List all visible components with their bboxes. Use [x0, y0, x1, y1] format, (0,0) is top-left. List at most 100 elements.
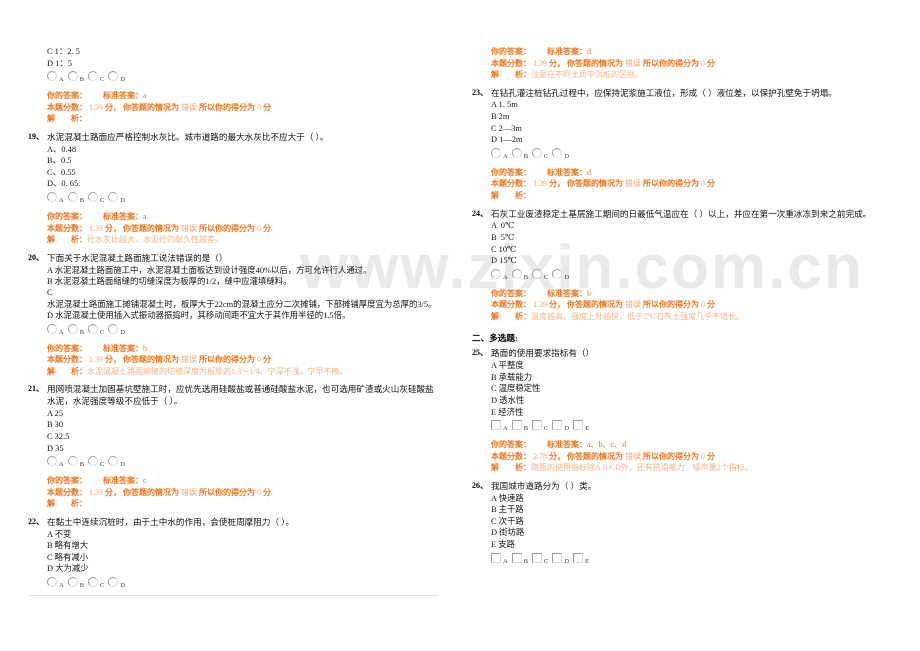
radio-icon[interactable] [88, 192, 99, 203]
radio-icon[interactable] [67, 192, 78, 203]
checkbox-icon[interactable] [552, 420, 563, 431]
radio-option-b[interactable]: B [67, 192, 84, 204]
checkbox-option-a[interactable]: A [491, 420, 508, 432]
checkbox-icon[interactable] [511, 420, 522, 431]
radio-option-d[interactable]: D [552, 268, 569, 281]
radio-option-b[interactable]: B [67, 576, 84, 589]
checkbox-icon[interactable] [573, 420, 584, 431]
result-prefix: 你答题的情况为 [123, 487, 179, 497]
question-block-19: 19、 水泥混凝土路面应严格控制水灰比。城市道路的最大水灰比不应大于（ ）。 A… [28, 132, 438, 246]
radio-group[interactable]: A B C D [47, 323, 438, 336]
radio-option-c[interactable]: C [88, 323, 104, 336]
standard-answer-label: 标准答案： [547, 167, 587, 177]
result-suffix: 所以你的得分为 [643, 58, 699, 68]
checkbox-option-a[interactable]: A [491, 552, 508, 565]
radio-icon[interactable] [67, 456, 78, 467]
radio-option-b[interactable]: B [511, 147, 528, 160]
radio-icon[interactable] [491, 268, 501, 279]
radio-option-a[interactable]: A [491, 147, 508, 160]
radio-option-a[interactable]: A [491, 268, 508, 281]
checkbox-option-e[interactable]: E [573, 552, 589, 565]
radio-icon[interactable] [108, 456, 119, 467]
earned-value: 0 [701, 300, 705, 310]
radio-icon[interactable] [67, 71, 78, 82]
checkbox-icon[interactable] [532, 420, 543, 431]
radio-icon[interactable] [47, 71, 57, 82]
checkbox-option-b[interactable]: B [511, 420, 528, 432]
radio-option-a[interactable]: A [47, 192, 64, 204]
radio-icon[interactable] [532, 147, 543, 158]
radio-icon[interactable] [108, 323, 119, 334]
checkbox-group[interactable]: A B C D E [491, 419, 898, 432]
radio-option-d[interactable]: D [552, 147, 569, 160]
checkbox-icon[interactable] [511, 552, 522, 563]
radio-option-c[interactable]: C [88, 456, 104, 468]
radio-option-a[interactable]: A [47, 71, 64, 83]
result-value: 错误 [181, 355, 197, 365]
checkbox-option-c[interactable]: C [532, 420, 548, 432]
option-item: C、0.55 [47, 167, 76, 177]
radio-group[interactable]: A B C D [491, 268, 898, 281]
checkbox-option-b[interactable]: B [511, 552, 528, 565]
radio-option-c[interactable]: C [88, 192, 104, 204]
radio-group[interactable]: A B C D [47, 70, 438, 83]
checkbox-option-d[interactable]: D [552, 552, 569, 565]
standard-answer-label: 标准答案： [547, 440, 587, 450]
radio-group[interactable]: A B C D [491, 147, 898, 160]
radio-icon[interactable] [88, 576, 99, 587]
radio-group[interactable]: A B C D [47, 576, 438, 589]
radio-option-c[interactable]: C [88, 576, 104, 589]
checkbox-option-e[interactable]: E [573, 420, 589, 432]
radio-icon[interactable] [108, 576, 119, 587]
checkbox-icon[interactable] [573, 552, 584, 563]
radio-icon[interactable] [47, 576, 57, 587]
radio-option-c[interactable]: C [532, 268, 548, 281]
radio-option-b[interactable]: B [67, 71, 84, 83]
checkbox-icon[interactable] [532, 552, 543, 563]
radio-icon[interactable] [88, 456, 99, 467]
radio-icon[interactable] [67, 323, 78, 334]
section-title-multiple-choice: 二、多选题: [472, 333, 518, 344]
radio-icon[interactable] [88, 71, 99, 82]
standard-answer-label: 标准答案： [103, 212, 143, 222]
radio-icon[interactable] [47, 456, 57, 467]
radio-icon[interactable] [47, 323, 57, 334]
radio-icon[interactable] [491, 147, 501, 158]
radio-option-a[interactable]: A [47, 576, 64, 589]
radio-icon[interactable] [67, 576, 78, 587]
point-unit: 分 [707, 300, 715, 310]
radio-icon[interactable] [511, 147, 522, 158]
radio-option-c[interactable]: C [532, 147, 548, 160]
checkbox-icon[interactable] [491, 552, 501, 563]
radio-icon[interactable] [552, 268, 563, 279]
standard-answer-value: c [143, 476, 147, 486]
radio-option-b[interactable]: B [67, 456, 84, 468]
radio-icon[interactable] [108, 192, 119, 203]
radio-group[interactable]: A B C D [47, 455, 438, 468]
radio-icon[interactable] [47, 192, 57, 203]
checkbox-icon[interactable] [552, 552, 563, 563]
radio-option-d[interactable]: D [108, 71, 125, 83]
radio-icon[interactable] [552, 147, 563, 158]
radio-option-d[interactable]: D [108, 456, 125, 468]
checkbox-option-d[interactable]: D [552, 420, 569, 432]
checkbox-icon[interactable] [491, 420, 501, 431]
radio-option-d[interactable]: D [108, 576, 125, 589]
radio-option-d[interactable]: D [108, 323, 125, 336]
radio-icon[interactable] [532, 268, 543, 279]
radio-option-a[interactable]: A [47, 456, 64, 468]
radio-icon[interactable] [108, 71, 119, 82]
checkbox-option-c[interactable]: C [532, 552, 548, 565]
standard-answer-value: a [143, 212, 147, 222]
radio-option-b[interactable]: B [67, 323, 84, 336]
radio-icon[interactable] [511, 268, 522, 279]
radio-option-c[interactable]: C [88, 71, 104, 83]
radio-option-d[interactable]: D [108, 192, 125, 204]
radio-icon[interactable] [88, 323, 99, 334]
checkbox-group[interactable]: A B C D E [491, 552, 898, 565]
radio-group[interactable]: A B C D [47, 191, 438, 204]
standard-answer-value: a [143, 91, 147, 101]
column-divider [28, 594, 438, 596]
radio-option-b[interactable]: B [511, 268, 528, 281]
radio-option-a[interactable]: A [47, 323, 64, 336]
